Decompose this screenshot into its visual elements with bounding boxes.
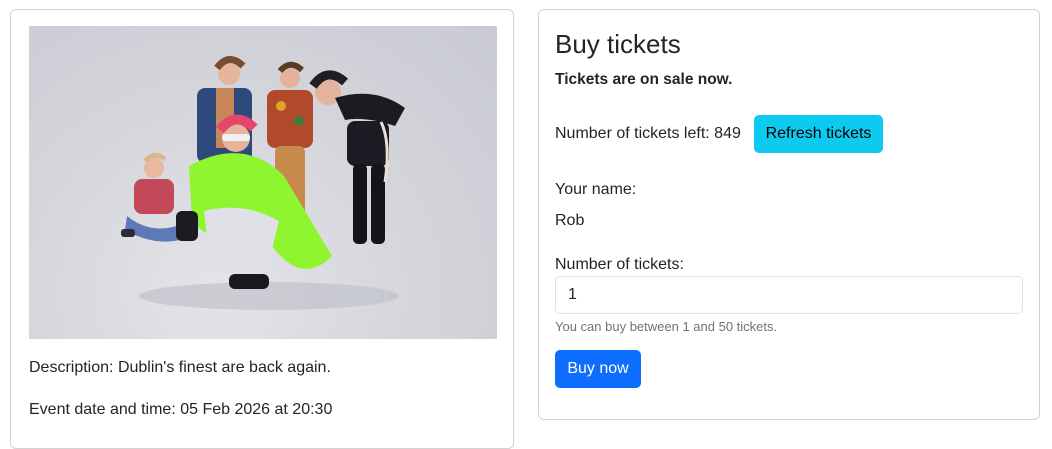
refresh-tickets-button[interactable]: Refresh tickets [754, 115, 883, 153]
event-card: Description: Dublin's finest are back ag… [10, 9, 514, 449]
description-label: Description: [29, 359, 114, 376]
quantity-input[interactable] [555, 276, 1023, 314]
buy-tickets-title: Buy tickets [555, 29, 681, 59]
description-text: Dublin's finest are back again. [117, 359, 331, 376]
tickets-left-count: 849 [714, 125, 741, 142]
quantity-help-text: You can buy between 1 and 50 tickets. [555, 319, 778, 334]
buy-tickets-card: Buy tickets Tickets are on sale now. Num… [538, 9, 1040, 420]
sale-status: Tickets are on sale now. [555, 71, 733, 88]
datetime-label: Event date and time: [29, 401, 176, 418]
band-photo-illustration [121, 56, 405, 310]
event-photo [29, 26, 497, 339]
buy-now-button[interactable]: Buy now [555, 350, 641, 388]
event-datetime: Event date and time: 05 Feb 2026 at 20:3… [29, 400, 332, 420]
band-member-4 [309, 70, 405, 244]
event-description: Description: Dublin's finest are back ag… [29, 358, 331, 378]
datetime-text: 05 Feb 2026 at 20:30 [180, 401, 333, 418]
tickets-left: Number of tickets left: 849 [555, 124, 741, 144]
quantity-label: Number of tickets: [555, 256, 684, 273]
tickets-left-label: Number of tickets left: [555, 125, 710, 142]
your-name-label: Your name: [555, 181, 637, 198]
your-name-value: Rob [555, 212, 585, 229]
